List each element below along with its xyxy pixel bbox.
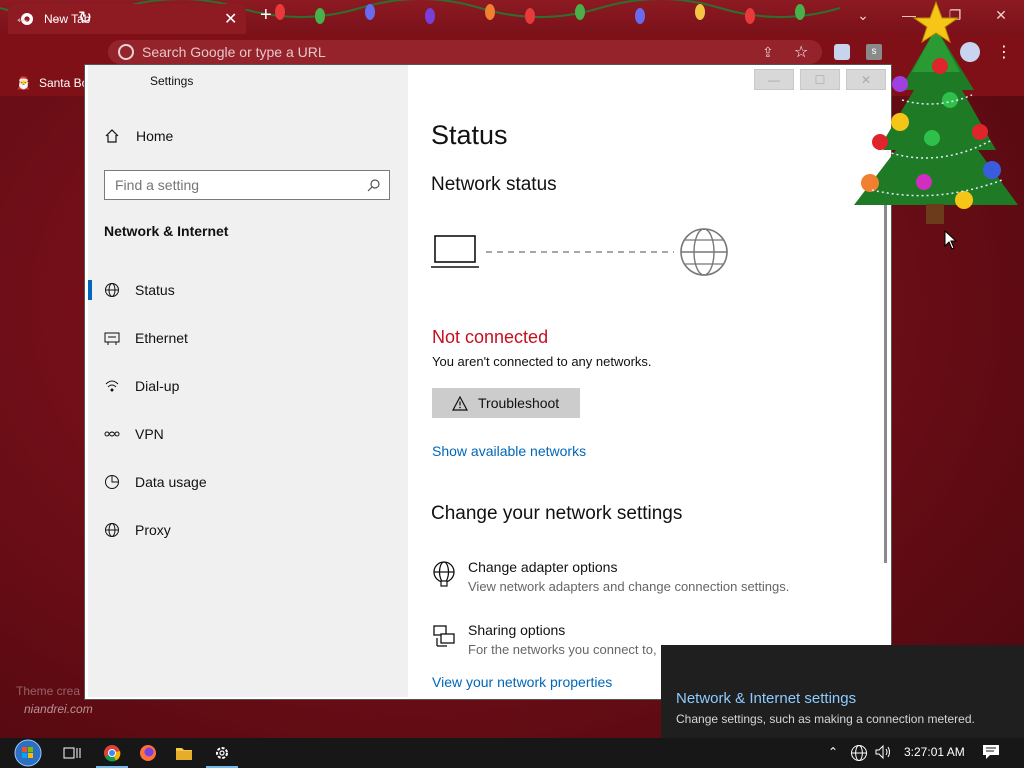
home-label: Home — [136, 128, 174, 144]
nav-label: Ethernet — [135, 330, 188, 346]
reload-icon[interactable]: ↻ — [78, 8, 92, 28]
forward-arrow-icon[interactable]: → — [46, 8, 63, 28]
page-title: Status — [431, 120, 508, 150]
connection-detail: You aren't connected to any networks. — [432, 354, 652, 369]
sharing-options-link[interactable]: Sharing options — [468, 622, 565, 638]
toast-title[interactable]: Network & Internet settings — [676, 690, 856, 707]
nav-label: VPN — [135, 426, 164, 442]
sharing-options-desc: For the networks you connect to, — [468, 642, 657, 657]
show-networks-link[interactable]: Show available networks — [432, 443, 586, 459]
troubleshoot-button[interactable]: Troubleshoot — [432, 388, 580, 418]
nav-label: Status — [135, 282, 175, 298]
new-tab-button[interactable]: + — [260, 4, 272, 27]
file-explorer-icon — [176, 748, 192, 760]
minimize-settings-button[interactable]: — — [754, 69, 794, 90]
firefox-icon — [140, 745, 156, 761]
home-icon — [104, 128, 120, 144]
selection-indicator — [88, 280, 92, 300]
taskbar-chrome[interactable] — [94, 738, 130, 768]
nav-item-data-usage[interactable]: Data usage — [88, 464, 408, 500]
troubleshoot-label: Troubleshoot — [478, 395, 560, 411]
internet-globe-icon — [680, 228, 728, 276]
view-network-properties-link[interactable]: View your network properties — [432, 674, 612, 690]
settings-icon — [216, 747, 228, 759]
warning-icon — [452, 395, 468, 411]
mouse-cursor-icon — [944, 230, 958, 250]
sharing-icon — [432, 624, 456, 648]
share-icon[interactable]: ⇪ — [762, 44, 774, 61]
maximize-settings-button[interactable]: ☐ — [800, 69, 840, 90]
ethernet-icon — [104, 330, 120, 346]
laptop-icon — [431, 235, 479, 268]
taskbar-clock[interactable]: 3:27:01 AM — [904, 745, 965, 759]
show-hidden-icons-chevron-icon[interactable]: ⌃ — [828, 745, 838, 759]
address-bar-placeholder: Search Google or type a URL — [142, 44, 326, 60]
start-button[interactable] — [6, 738, 50, 768]
back-arrow-icon[interactable]: ← — [14, 8, 31, 28]
nav-item-proxy[interactable]: Proxy — [88, 512, 408, 548]
adapter-options-desc: View network adapters and change connect… — [468, 579, 790, 594]
google-icon — [118, 44, 134, 60]
taskbar-firefox[interactable] — [130, 738, 166, 768]
network-tray-icon[interactable] — [850, 744, 868, 762]
settings-scrollbar[interactable] — [884, 205, 887, 563]
network-status-heading: Network status — [431, 174, 557, 195]
taskbar-file-explorer[interactable] — [166, 738, 202, 768]
task-view-icon — [63, 747, 81, 759]
data-usage-icon — [104, 474, 120, 490]
bookmark-label: Santa Bo — [38, 76, 89, 90]
settings-search-box[interactable] — [104, 170, 390, 200]
nav-item-vpn[interactable]: VPN — [88, 416, 408, 452]
bookmark-item[interactable]: 🎅 Santa Bo — [16, 76, 88, 90]
search-icon[interactable] — [367, 178, 381, 192]
nav-item-ethernet[interactable]: Ethernet — [88, 320, 408, 356]
proxy-globe-icon — [104, 522, 120, 538]
category-title: Network & Internet — [104, 223, 229, 239]
home-nav-item[interactable]: Home — [104, 128, 173, 144]
nav-item-status[interactable]: Status — [88, 272, 408, 308]
vpn-icon — [104, 426, 120, 442]
action-center-icon[interactable] — [982, 744, 1000, 760]
network-diagram — [431, 228, 728, 276]
change-settings-heading: Change your network settings — [431, 503, 683, 524]
task-view-button[interactable] — [54, 738, 90, 768]
change-adapter-options-link[interactable]: Change adapter options — [468, 559, 617, 575]
nav-label: Data usage — [135, 474, 207, 490]
nav-item-dial-up[interactable]: Dial-up — [88, 368, 408, 404]
connection-state: Not connected — [432, 327, 549, 347]
adapter-icon — [432, 561, 456, 587]
theme-watermark-url: niandrei.com — [24, 702, 93, 716]
dialup-icon — [104, 378, 120, 394]
nav-label: Proxy — [135, 522, 171, 538]
nav-label: Dial-up — [135, 378, 180, 394]
santa-icon: 🎅 — [16, 76, 31, 90]
globe-icon — [104, 282, 120, 298]
settings-search-input[interactable] — [105, 171, 365, 199]
close-tab-icon[interactable]: ✕ — [224, 9, 237, 29]
taskbar-settings[interactable] — [204, 738, 240, 768]
browser-tab[interactable]: New Tab ✕ — [8, 4, 246, 34]
windows-orb-icon — [14, 739, 42, 767]
window-title: Settings — [150, 74, 194, 88]
chrome-icon — [104, 745, 121, 762]
toast-description: Change settings, such as making a connec… — [676, 712, 975, 726]
christmas-tree-decoration — [854, 0, 1018, 224]
volume-tray-icon[interactable] — [874, 744, 892, 760]
theme-watermark: Theme crea — [16, 684, 81, 698]
bookmark-star-icon[interactable]: ☆ — [794, 42, 808, 62]
